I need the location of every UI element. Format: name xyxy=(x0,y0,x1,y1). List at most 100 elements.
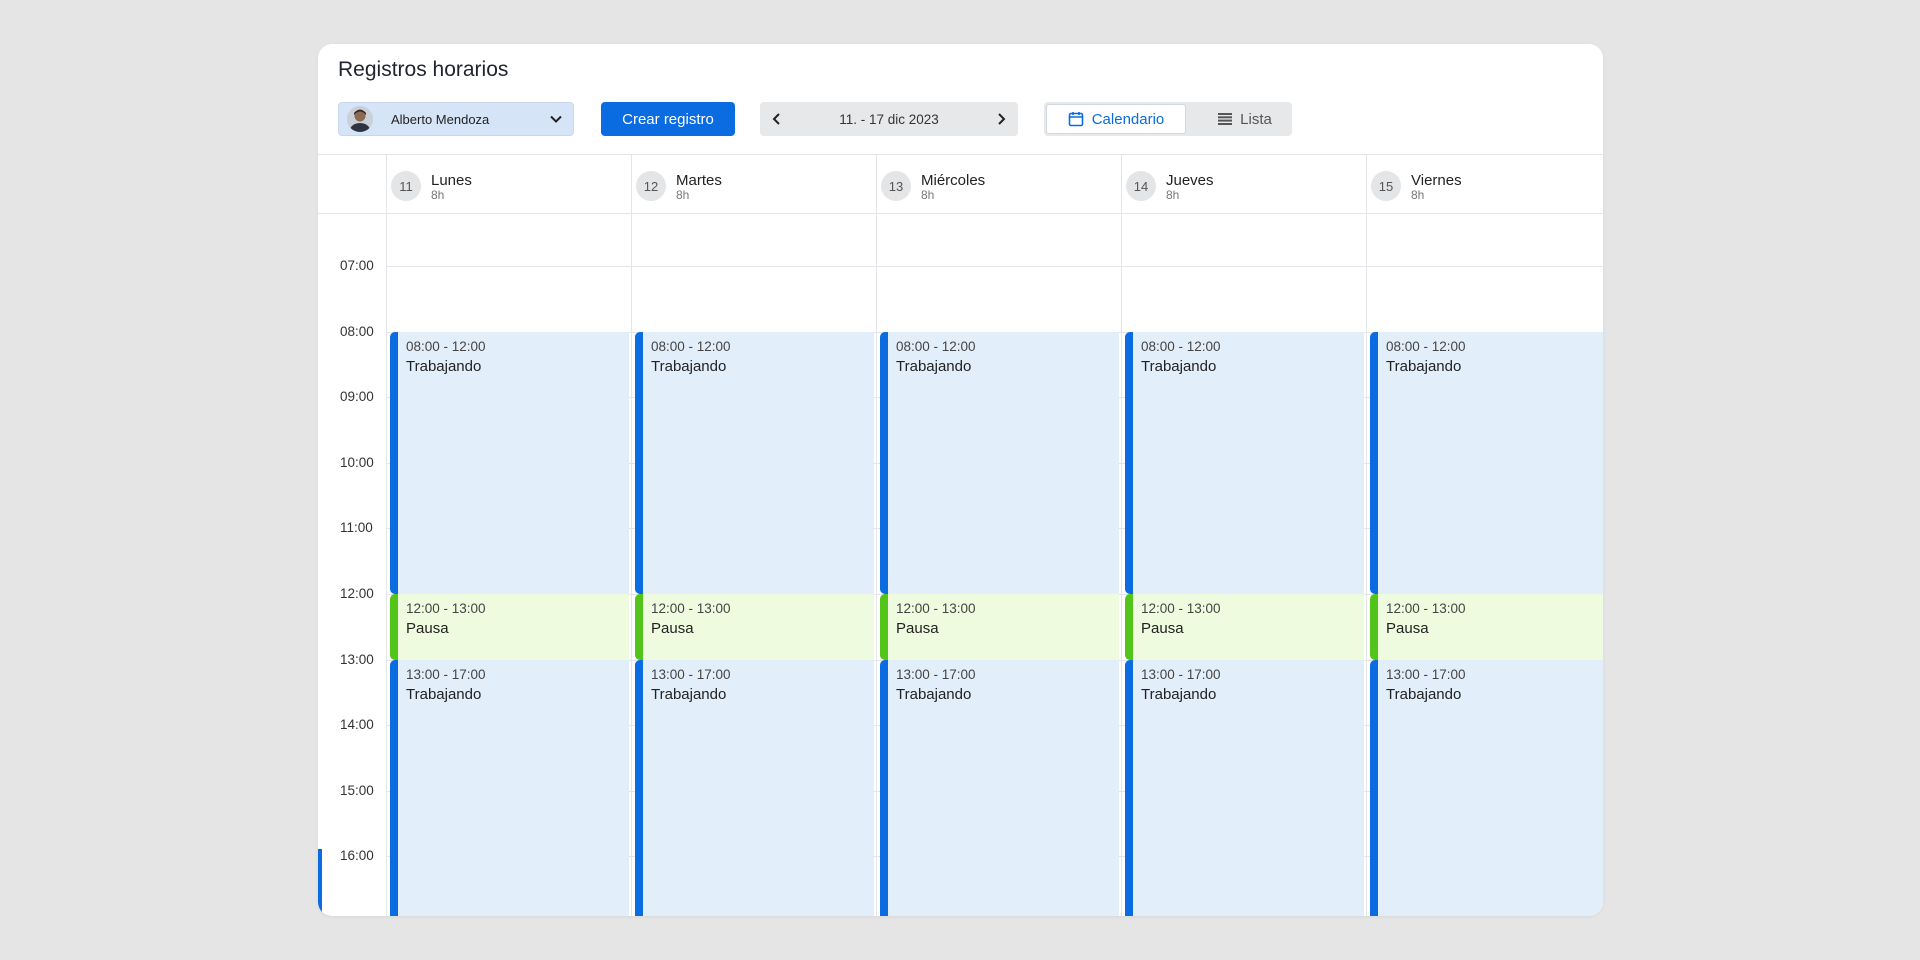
time-label: 08:00 xyxy=(340,323,374,339)
day-column[interactable]: 08:00 - 12:00 Trabajando 12:00 - 13:00 Paus… xyxy=(631,213,877,916)
entry-label: Trabajando xyxy=(406,357,482,375)
work-entry[interactable]: 08:00 - 12:00 Trabajando xyxy=(635,331,874,594)
entry-label: Pausa xyxy=(406,620,449,637)
toolbar: Alberto Mendoza Crear registro 11. - 17 … xyxy=(318,102,1603,138)
day-name: Jueves xyxy=(1166,172,1214,189)
entry-time-range: 13:00 - 17:00 xyxy=(1386,666,1466,682)
date-range-label[interactable]: 11. - 17 dic 2023 xyxy=(794,112,984,127)
work-entry[interactable]: 08:00 - 12:00 Trabajando xyxy=(1370,331,1603,594)
work-entry[interactable]: 13:00 - 17:00 Trabajando xyxy=(1370,659,1603,916)
entry-label: Trabajando xyxy=(1141,357,1217,375)
page-title: Registros horarios xyxy=(338,58,509,81)
day-total-hours: 8h xyxy=(921,188,935,202)
hour-gridline xyxy=(632,266,877,267)
work-entry[interactable]: 13:00 - 17:00 Trabajando xyxy=(635,659,874,916)
time-label: 16:00 xyxy=(340,848,374,864)
day-header-row: 11 Lunes 8h 12 Martes 8h 13 Miércoles 8h 14 Jueves… xyxy=(318,155,1603,214)
view-toggle: Calendario Lista xyxy=(1044,102,1292,136)
break-entry[interactable]: 12:00 - 13:00 Pausa xyxy=(880,594,1119,660)
day-name: Miércoles xyxy=(921,172,986,189)
entry-time-range: 13:00 - 17:00 xyxy=(896,666,976,682)
entry-label: Trabajando xyxy=(896,685,972,703)
entry-label: Trabajando xyxy=(1386,685,1462,703)
entry-time-range: 13:00 - 17:00 xyxy=(1141,666,1221,682)
user-name: Alberto Mendoza xyxy=(391,111,490,127)
entry-time-range: 12:00 - 13:00 xyxy=(1386,601,1466,616)
entry-label: Trabajando xyxy=(651,357,727,375)
day-column[interactable]: 08:00 - 12:00 Trabajando 12:00 - 13:00 Paus… xyxy=(1366,213,1603,916)
hour-gridline xyxy=(387,266,632,267)
hour-gridline xyxy=(1122,266,1367,267)
break-entry[interactable]: 12:00 - 13:00 Pausa xyxy=(1370,594,1603,660)
entry-time-range: 08:00 - 12:00 xyxy=(1141,338,1221,354)
day-header: 14 Jueves 8h xyxy=(1121,155,1367,213)
time-label: 13:00 xyxy=(340,651,374,667)
break-entry[interactable]: 12:00 - 13:00 Pausa xyxy=(635,594,874,660)
day-column[interactable]: 08:00 - 12:00 Trabajando 12:00 - 13:00 Paus… xyxy=(386,213,632,916)
chevron-left-icon xyxy=(772,113,780,125)
entry-label: Pausa xyxy=(896,620,939,637)
entry-label: Trabajando xyxy=(1141,685,1217,703)
day-total-hours: 8h xyxy=(431,188,445,202)
day-header: 15 Viernes 8h xyxy=(1366,155,1603,213)
day-header: 11 Lunes 8h xyxy=(386,155,632,213)
work-entry[interactable]: 13:00 - 17:00 Trabajando xyxy=(1125,659,1364,916)
next-week-button[interactable] xyxy=(984,102,1018,136)
day-column[interactable]: 08:00 - 12:00 Trabajando 12:00 - 13:00 Paus… xyxy=(876,213,1122,916)
avatar xyxy=(347,106,373,132)
day-number-badge: 14 xyxy=(1126,171,1156,201)
entry-time-range: 08:00 - 12:00 xyxy=(406,338,486,354)
work-entry[interactable]: 13:00 - 17:00 Trabajando xyxy=(880,659,1119,916)
entry-label: Pausa xyxy=(1141,620,1184,637)
day-total-hours: 8h xyxy=(1166,188,1180,202)
current-time-indicator xyxy=(318,849,322,916)
entry-label: Pausa xyxy=(1386,620,1429,637)
chevron-down-icon xyxy=(539,112,573,126)
user-select[interactable]: Alberto Mendoza xyxy=(338,102,574,136)
view-calendar-label: Calendario xyxy=(1091,110,1165,128)
entry-label: Trabajando xyxy=(651,685,727,703)
entry-time-range: 12:00 - 13:00 xyxy=(1141,601,1221,616)
work-entry[interactable]: 08:00 - 12:00 Trabajando xyxy=(880,331,1119,594)
entry-label: Trabajando xyxy=(406,685,482,703)
time-label: 11:00 xyxy=(340,520,373,536)
day-header: 12 Martes 8h xyxy=(631,155,877,213)
create-record-button[interactable]: Crear registro xyxy=(601,102,735,136)
hour-gridline xyxy=(1367,266,1603,267)
entry-label: Pausa xyxy=(651,620,694,637)
day-name: Lunes xyxy=(431,172,472,189)
day-total-hours: 8h xyxy=(676,188,690,202)
calendar-icon xyxy=(1068,111,1084,127)
day-column[interactable]: 08:00 - 12:00 Trabajando 12:00 - 13:00 Paus… xyxy=(1121,213,1367,916)
calendar-body[interactable]: 06:0007:0008:0009:0010:0011:0012:0013:00… xyxy=(318,213,1603,916)
entry-time-range: 13:00 - 17:00 xyxy=(406,666,486,682)
time-label: 07:00 xyxy=(340,258,374,273)
entry-time-range: 12:00 - 13:00 xyxy=(896,601,976,616)
view-calendar-button[interactable]: Calendario xyxy=(1046,104,1186,134)
entry-time-range: 08:00 - 12:00 xyxy=(896,338,976,354)
view-list-label: Lista xyxy=(1240,110,1272,128)
day-name: Viernes xyxy=(1411,172,1462,189)
time-label: 15:00 xyxy=(340,782,374,798)
entry-time-range: 08:00 - 12:00 xyxy=(1386,338,1466,354)
work-entry[interactable]: 08:00 - 12:00 Trabajando xyxy=(390,331,629,594)
calendar-grid: 11 Lunes 8h 12 Martes 8h 13 Miércoles 8h 14 Jueves… xyxy=(318,154,1603,916)
work-entry[interactable]: 13:00 - 17:00 Trabajando xyxy=(390,659,629,916)
entry-time-range: 08:00 - 12:00 xyxy=(651,338,731,354)
day-name: Martes xyxy=(676,172,722,189)
work-entry[interactable]: 08:00 - 12:00 Trabajando xyxy=(1125,331,1364,594)
time-label: 14:00 xyxy=(340,717,374,733)
break-entry[interactable]: 12:00 - 13:00 Pausa xyxy=(390,594,629,660)
entry-time-range: 12:00 - 13:00 xyxy=(651,601,731,616)
day-number-badge: 12 xyxy=(636,171,666,201)
time-label: 09:00 xyxy=(340,389,374,405)
day-number-badge: 15 xyxy=(1371,171,1401,201)
day-number-badge: 13 xyxy=(881,171,911,201)
day-number-badge: 11 xyxy=(391,171,421,201)
previous-week-button[interactable] xyxy=(760,102,794,136)
entry-label: Trabajando xyxy=(896,357,972,375)
break-entry[interactable]: 12:00 - 13:00 Pausa xyxy=(1125,594,1364,660)
view-list-button[interactable]: Lista xyxy=(1202,104,1288,134)
entry-time-range: 13:00 - 17:00 xyxy=(651,666,731,682)
time-records-card: Registros horarios Alberto Mendoza Crear… xyxy=(318,44,1603,916)
